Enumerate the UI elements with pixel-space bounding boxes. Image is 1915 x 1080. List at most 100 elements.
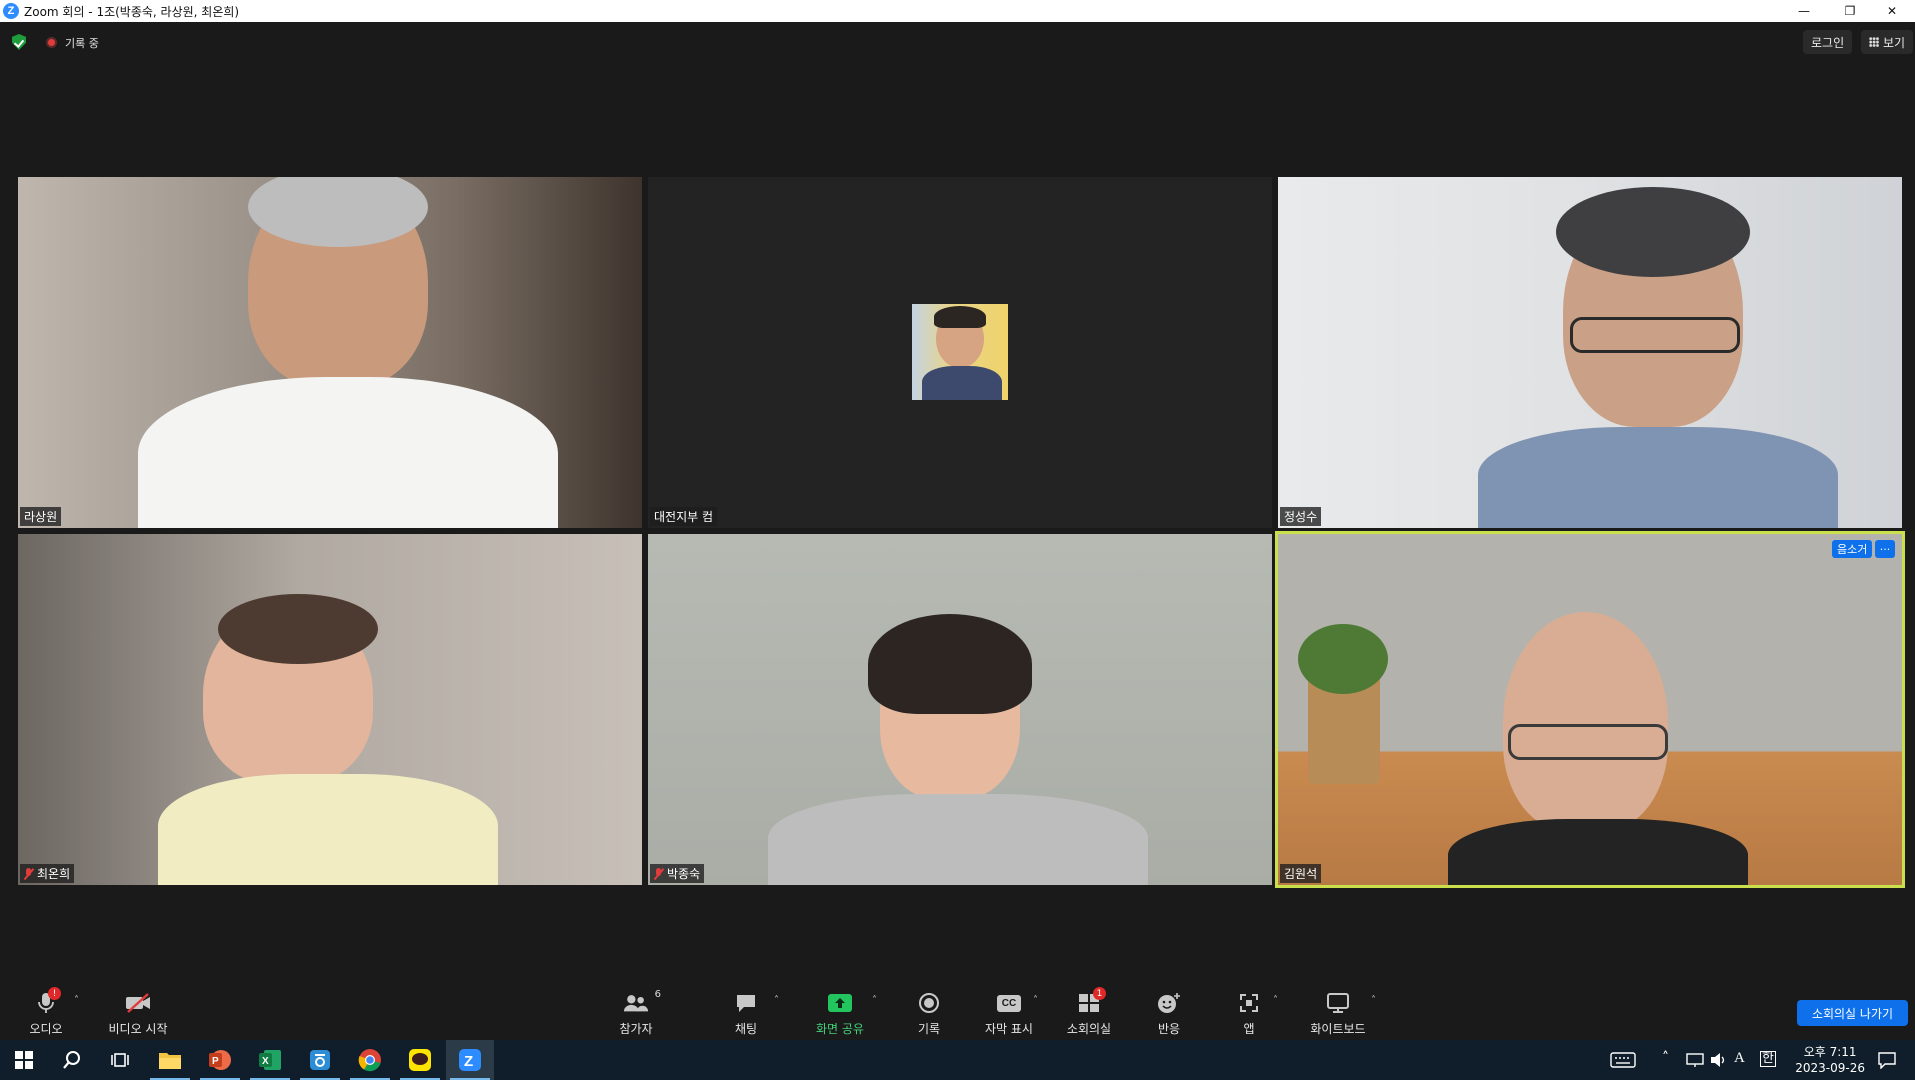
clock-time: 오후 7:11 [1803,1045,1857,1059]
meeting-topbar: 기록 중 로그인 보기 [0,22,1915,62]
whiteboard-icon [1325,991,1351,1015]
volume-icon[interactable] [1710,1052,1728,1072]
zoom-logo-icon: Z [3,3,19,19]
participant-video-hair [868,614,1032,714]
microphone-icon: ! [33,987,61,1015]
view-label: 보기 [1883,35,1906,50]
video-tile[interactable]: 박종숙 [648,534,1272,885]
avatar-shirt [922,366,1002,400]
share-screen-button[interactable]: 화면 공유 [800,991,880,1037]
muted-mic-icon [654,867,663,880]
chat-label: 채팅 [734,1022,758,1036]
file-explorer-icon[interactable] [146,1040,194,1080]
video-label: 비디오 시작 [108,1022,168,1036]
share-label: 화면 공유 [816,1022,864,1036]
window-title: Zoom 회의 - 1조(박종숙, 라상원, 최온희) [24,4,240,19]
recording-status: 기록 중 [65,37,99,50]
muted-mic-icon [24,867,33,880]
windows-start-icon[interactable] [0,1040,48,1080]
chat-bubble-icon [733,991,759,1015]
participant-avatar [912,304,1008,400]
apps-label: 앱 [1243,1022,1255,1036]
whiteboard-button[interactable]: 화이트보드 [1298,991,1378,1037]
start-video-button[interactable]: 비디오 시작 [98,991,178,1037]
participant-glasses [1508,724,1668,760]
svg-text:Z: Z [464,1053,473,1070]
login-button[interactable]: 로그인 [1803,30,1853,54]
participant-video-hair [218,594,378,664]
participant-video-body [138,377,558,528]
breakout-rooms-button[interactable]: 1 소회의실 [1049,987,1129,1037]
smiley-plus-icon [1156,991,1182,1015]
grid-icon [1869,37,1879,47]
svg-text:P: P [212,1056,219,1067]
chrome-icon[interactable] [346,1040,394,1080]
video-tile[interactable]: 최온희 [18,534,642,885]
recording-dot-icon [46,37,57,48]
participant-name: 라상원 [20,507,62,526]
meeting-toolbar: ! 오디오 ˄ 비디오 시작 6 참가자 채팅 ˄ 화면 공유 ˄ 기록 CC … [0,985,1915,1040]
share-screen-icon [827,991,853,1015]
security-shield-icon[interactable] [12,34,26,50]
system-clock[interactable]: 오후 7:11 2023-09-26 [1795,1044,1865,1076]
keyboard-icon[interactable] [1610,1052,1636,1072]
video-off-icon [125,991,151,1015]
network-icon[interactable] [1686,1052,1704,1072]
breakout-rooms-icon: 1 [1076,987,1106,1015]
video-tile-active-speaker[interactable]: 음소거 ··· 김원석 [1275,531,1905,888]
audio-warning-badge: ! [48,987,61,1000]
participant-name: 대전지부 컴 [650,507,718,526]
participants-label: 참가자 [619,1022,653,1036]
ime-mode-indicator[interactable]: A [1734,1050,1745,1067]
apps-icon [1236,991,1262,1015]
apps-options-chevron-up-icon[interactable]: ˄ [1273,995,1278,1006]
view-button[interactable]: 보기 [1861,30,1914,54]
reactions-button[interactable]: 반응 [1129,991,1209,1037]
more-options-button[interactable]: ··· [1875,540,1895,558]
participant-name: 최온희 [20,864,75,883]
audio-options-chevron-up-icon[interactable]: ˄ [74,995,79,1006]
unmute-participant-button[interactable]: 음소거 [1832,540,1873,558]
participant-glasses [1570,317,1740,353]
close-button[interactable]: ✕ [1869,0,1915,22]
participant-video-body [1448,819,1748,885]
search-icon[interactable] [48,1040,96,1080]
participant-video [1503,612,1668,832]
record-label: 기록 [917,1022,941,1036]
plant-leaves [1298,624,1388,694]
zoom-app-icon[interactable]: Z [446,1040,494,1080]
clock-date: 2023-09-26 [1795,1061,1865,1075]
record-button[interactable]: 기록 [889,991,969,1037]
excel-icon[interactable]: X [246,1040,294,1080]
cc-glyph: CC [997,994,1021,1012]
minimize-button[interactable]: — [1781,0,1827,22]
participant-name: 김원석 [1280,864,1322,883]
notifications-icon[interactable] [1878,1051,1896,1073]
share-options-chevron-up-icon[interactable]: ˄ [872,995,877,1006]
tray-chevron-up-icon[interactable]: ˄ [1662,1050,1669,1066]
closed-captions-icon: CC [996,991,1022,1015]
video-tile[interactable]: 라상원 [18,177,642,528]
leave-breakout-room-button[interactable]: 소회의실 나가기 [1797,1000,1908,1026]
kakaotalk-icon[interactable] [396,1040,444,1080]
audio-label: 오디오 [29,1022,63,1036]
window-titlebar: Z Zoom 회의 - 1조(박종숙, 라상원, 최온희) — ❐ ✕ [0,0,1915,22]
participant-video-body [1478,427,1838,528]
participant-video-body [158,774,498,885]
avatar-hair [934,306,986,328]
task-view-icon[interactable] [96,1040,144,1080]
svg-text:X: X [262,1056,269,1067]
whiteboard-label: 화이트보드 [1310,1022,1366,1036]
chat-options-chevron-up-icon[interactable]: ˄ [774,995,779,1006]
korean-ime-indicator[interactable]: 한 [1760,1051,1776,1067]
participants-button[interactable]: 6 참가자 [596,989,676,1037]
video-tile[interactable]: 정성수 [1278,177,1902,528]
participants-icon: 6 [623,989,661,1015]
breakout-label: 소회의실 [1066,1022,1112,1036]
whiteboard-options-chevron-up-icon[interactable]: ˄ [1371,995,1376,1006]
video-tile[interactable]: 대전지부 컴 [648,177,1272,528]
hwp-editor-icon[interactable] [296,1040,344,1080]
captions-options-chevron-up-icon[interactable]: ˄ [1033,995,1038,1006]
restore-button[interactable]: ❐ [1827,0,1873,22]
powerpoint-icon[interactable]: P [196,1040,244,1080]
